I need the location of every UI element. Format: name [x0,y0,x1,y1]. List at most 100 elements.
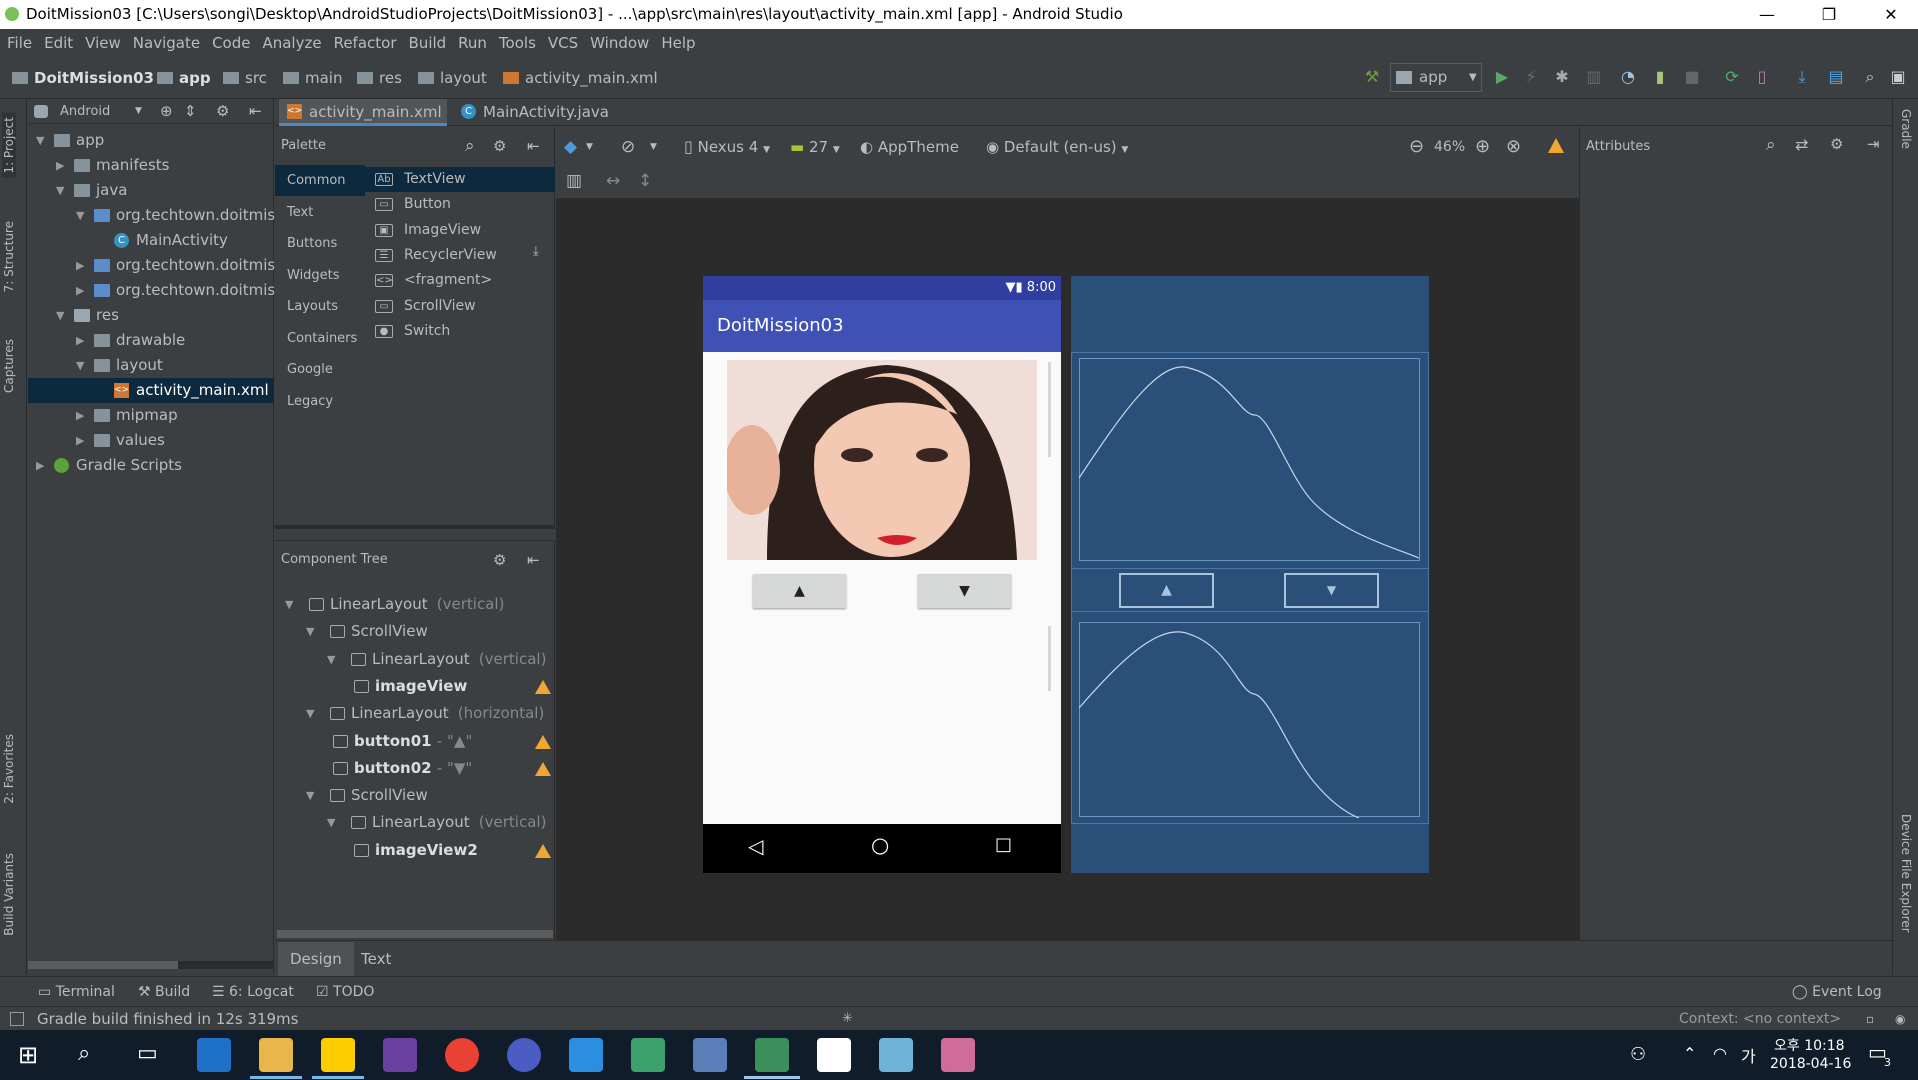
component-tree-row[interactable]: button01- "▲" [275,728,555,755]
gear-icon[interactable]: ⚙ [1830,135,1843,153]
orientation-icon[interactable]: ⊘ [621,127,635,167]
hide-panel-icon[interactable]: ⇥ [1867,135,1880,153]
collapse-icon[interactable]: ⇕ [184,99,197,124]
kakaotalk-icon[interactable] [321,1038,355,1072]
menu-help[interactable]: Help [655,29,701,57]
expand-arrow-icon[interactable]: ▼ [327,809,335,836]
expand-arrow-icon[interactable]: ▼ [327,646,335,673]
app-icon[interactable] [941,1038,975,1072]
project-view-select[interactable]: Android [60,99,110,124]
button01[interactable]: ▲ [753,574,846,608]
tab-structure[interactable]: 7: Structure [2,221,16,292]
palette-category-google[interactable]: Google [275,354,365,385]
collapse-arrow-icon[interactable]: ▶ [76,328,84,353]
tree-item[interactable]: <> activity_main.xml [28,378,274,403]
palette-item[interactable]: <> <fragment> [365,268,555,293]
android-studio-taskbar-icon[interactable] [755,1038,789,1072]
component-tree-row[interactable]: imageView2 [275,837,555,864]
task-view-icon[interactable]: ▭ [137,1041,158,1066]
horizontal-scrollbar[interactable] [28,961,274,969]
expand-arrow-icon[interactable]: ▼ [76,203,84,228]
blueprint-button01[interactable]: ▲ [1119,573,1214,608]
menu-code[interactable]: Code [206,29,256,57]
palette-category-legacy[interactable]: Legacy [275,386,365,417]
chevron-down-icon[interactable]: ▼ [586,127,593,167]
apply-changes-icon[interactable]: ⚡ [1521,67,1541,87]
menu-view[interactable]: View [79,29,127,57]
menu-navigate[interactable]: Navigate [127,29,206,57]
button02[interactable]: ▼ [918,574,1011,608]
chevron-down-icon[interactable]: ▼ [135,99,142,124]
visual-studio-icon[interactable] [383,1038,417,1072]
stop-icon[interactable]: ■ [1682,67,1702,87]
collapse-arrow-icon[interactable]: ▶ [76,278,84,303]
tab-mainactivity-java[interactable]: C MainActivity.java [453,99,613,126]
menu-analyze[interactable]: Analyze [256,29,327,57]
hide-panel-icon[interactable]: ⇤ [527,127,540,165]
blueprint-image-view2[interactable] [1079,622,1421,818]
expand-arrow-icon[interactable]: ▼ [285,591,293,618]
search-icon[interactable]: ⌕ [78,1041,90,1066]
recents-icon[interactable]: □ [995,834,1012,855]
warning-icon[interactable] [535,761,551,776]
tab-device-file-explorer[interactable]: Device File Explorer [1899,814,1913,933]
warning-icon[interactable] [535,843,551,858]
expand-arrow-icon[interactable]: ▼ [56,303,64,328]
menu-run[interactable]: Run [452,29,493,57]
api-level-select[interactable]: ▬ 27 ▼ [790,127,840,170]
expand-arrow-icon[interactable]: ▼ [36,128,44,153]
maximize-button[interactable]: ❐ [1806,0,1852,29]
windows-start-icon[interactable]: ⊞ [18,1041,38,1069]
hector-icon[interactable]: ◉ [1895,1007,1905,1031]
tree-item[interactable]: ▼ layout [28,353,274,378]
search-icon[interactable]: ⌕ [465,127,475,165]
tree-item[interactable]: ▼ res [28,303,274,328]
tree-item[interactable]: ▶ values [28,428,274,453]
zoom-out-icon[interactable]: ⊖ [1409,127,1424,167]
collapse-arrow-icon[interactable]: ▶ [76,403,84,428]
expand-arrow-icon[interactable]: ▼ [306,618,314,645]
sdk-manager-icon[interactable]: ⤓ [1792,67,1812,87]
locate-icon[interactable]: ⊕ [160,99,173,124]
terminal-tab[interactable]: ▭ Terminal [38,977,115,1007]
device-select[interactable]: ▯ Nexus 4 ▼ [684,127,770,170]
zoom-in-icon[interactable]: ⊕ [1475,127,1490,167]
warning-icon[interactable] [535,679,551,694]
people-icon[interactable]: ⚇ [1630,1044,1646,1065]
tab-captures[interactable]: Captures [2,339,16,393]
app-icon[interactable] [631,1038,665,1072]
gear-icon[interactable]: ⚙ [493,541,506,579]
chrome-icon[interactable] [445,1038,479,1072]
expand-horizontal-icon[interactable]: ↔ [606,171,620,191]
palette-category-buttons[interactable]: Buttons [275,228,365,259]
component-tree-row[interactable]: ▼ ScrollView [275,782,555,809]
palette-item[interactable]: ▣ ImageView [365,218,555,243]
blueprint-image-view[interactable] [1079,358,1421,562]
chevron-down-icon[interactable]: ▼ [650,127,657,167]
breadcrumb-main[interactable]: main [283,57,342,99]
minimize-button[interactable]: — [1744,0,1790,29]
internet-explorer-icon[interactable] [569,1038,603,1072]
menu-refactor[interactable]: Refactor [328,29,403,57]
collapse-arrow-icon[interactable]: ▶ [56,153,64,178]
blueprint-button02[interactable]: ▼ [1284,573,1379,608]
gear-icon[interactable]: ⚙ [216,99,229,124]
component-tree-row[interactable]: ▼ LinearLayout (vertical) [275,646,555,673]
menu-vcs[interactable]: VCS [542,29,584,57]
expand-arrow-icon[interactable]: ▼ [306,782,314,809]
palette-item[interactable]: Ab TextView [365,167,555,192]
design-mode-icon[interactable]: ◆ [564,127,577,167]
run-icon[interactable]: ▶ [1492,67,1512,87]
expand-vertical-icon[interactable]: ↕ [638,171,652,191]
splitter[interactable] [275,525,555,529]
file-explorer-icon[interactable] [259,1038,293,1072]
back-icon[interactable]: ◁ [748,834,763,858]
menu-file[interactable]: File [0,29,38,57]
menu-build[interactable]: Build [403,29,453,57]
collapse-arrow-icon[interactable]: ▶ [76,253,84,278]
panel-toggle-icon[interactable]: ▥ [566,171,582,191]
breadcrumb-project[interactable]: DoitMission03 [12,57,154,99]
palette-item[interactable]: ▭ ScrollView [365,294,555,319]
lock-icon[interactable]: ▫ [1866,1007,1874,1031]
tree-item[interactable]: ▶ manifests [28,153,274,178]
